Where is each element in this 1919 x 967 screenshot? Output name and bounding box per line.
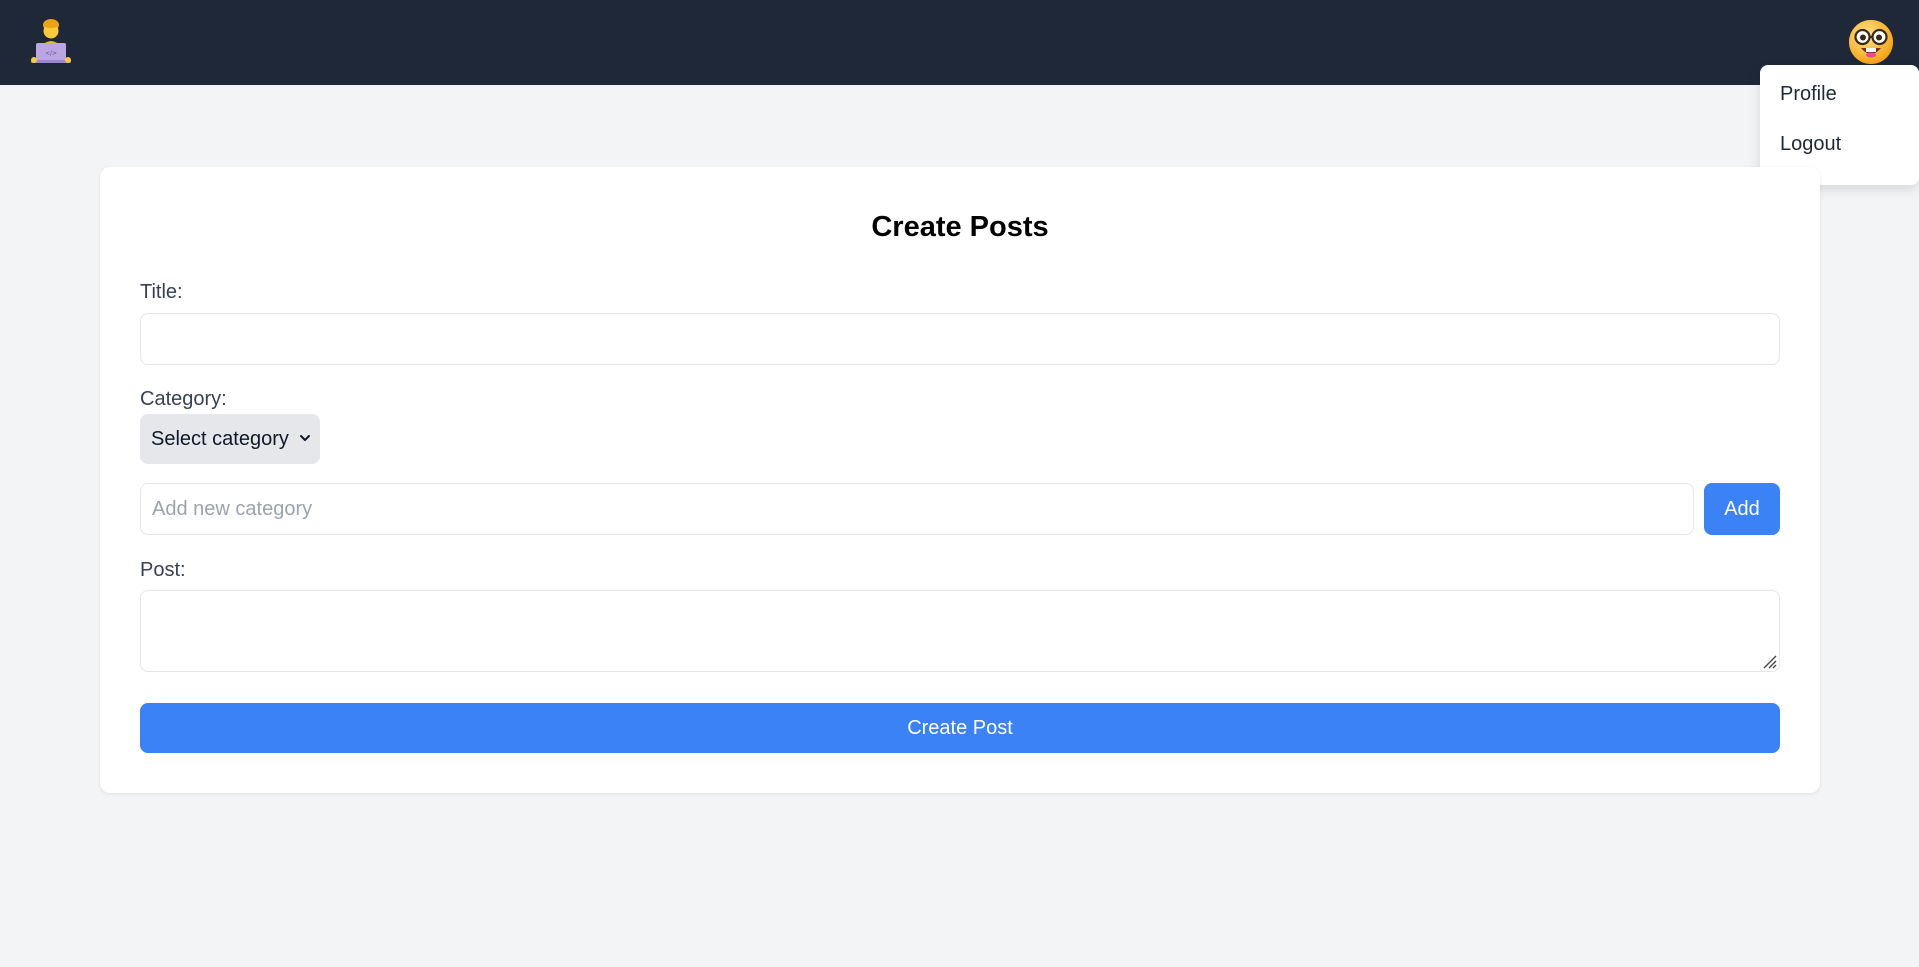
svg-text:</>: </> [45,50,57,57]
title-label: Title: [140,281,183,303]
post-textarea[interactable] [140,590,1780,672]
resize-handle-icon[interactable] [1761,653,1777,669]
add-category-button[interactable]: Add [1704,483,1780,535]
category-select[interactable]: Select category [140,414,320,464]
chevron-down-icon [300,435,310,441]
category-select-value: Select category [151,428,289,450]
nerd-face-emoji-icon[interactable] [1847,18,1895,66]
top-navbar: </> [0,0,1919,85]
title-input[interactable] [140,313,1780,365]
category-label: Category: [140,388,227,410]
new-category-input[interactable] [140,483,1694,535]
technologist-emoji-icon[interactable]: </> [26,16,76,66]
page-title: Create Posts [871,211,1049,243]
post-label: Post: [140,559,186,581]
create-post-card: Create Posts Title: Category: Select cat… [100,167,1820,793]
create-post-button[interactable]: Create Post [140,703,1780,753]
menu-item-profile[interactable]: Profile [1760,79,1919,129]
